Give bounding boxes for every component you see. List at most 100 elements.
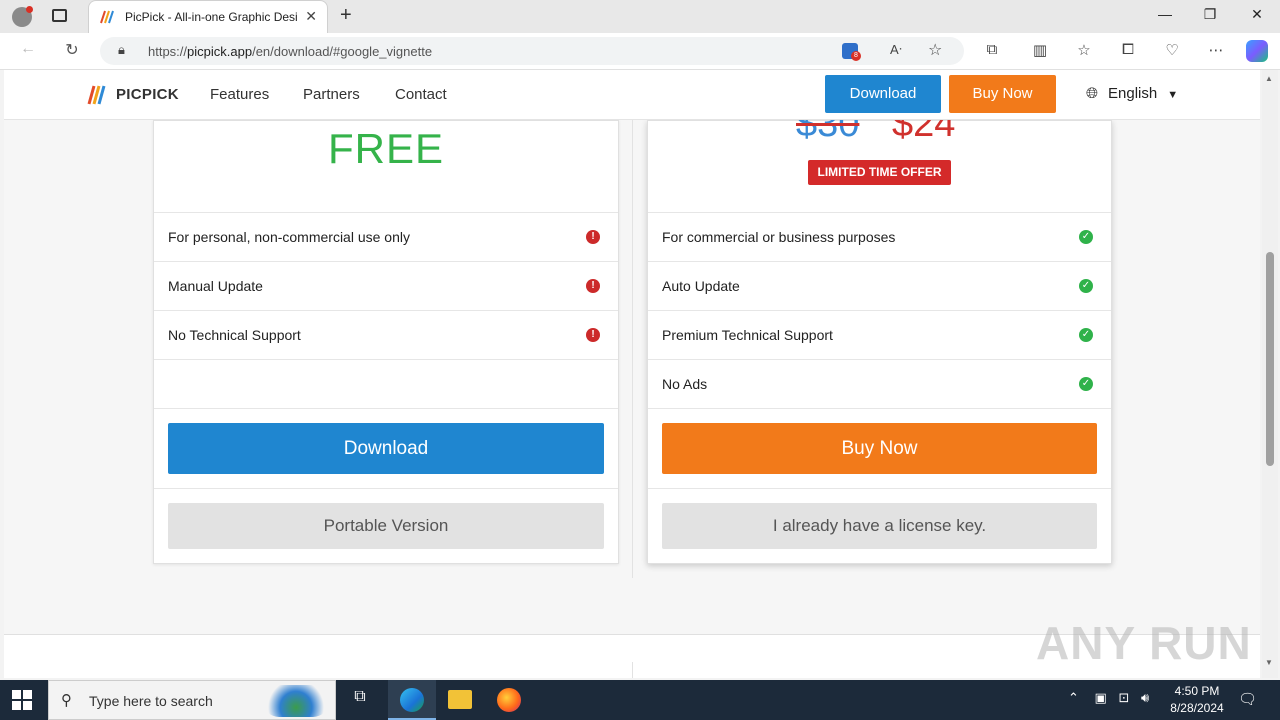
shield-extension-icon[interactable]: 8 — [842, 43, 861, 61]
search-icon: ⚲ — [61, 692, 72, 709]
limited-offer-badge: LIMITED TIME OFFER — [808, 160, 951, 185]
browser-essentials-icon[interactable]: ♡ — [1160, 41, 1184, 59]
check-icon: ✓ — [1079, 328, 1093, 342]
minimize-icon[interactable]: — — [1145, 6, 1185, 22]
scroll-down-icon[interactable]: ▼ — [1265, 658, 1273, 667]
portable-version-button[interactable]: Portable Version — [168, 503, 604, 549]
copilot-icon[interactable] — [1246, 40, 1268, 62]
pro-plan-card: $30 $24 LIMITED TIME OFFER For commercia… — [647, 103, 1112, 564]
meet-now-icon[interactable]: ▣ — [1095, 690, 1107, 705]
scroll-up-icon[interactable]: ▲ — [1265, 74, 1273, 83]
language-selector[interactable]: 🌐︎ English ▼ — [1086, 85, 1178, 102]
back-icon[interactable]: ← — [16, 40, 40, 58]
nav-buy-now-button[interactable]: Buy Now — [949, 75, 1056, 113]
nav-features-link[interactable]: Features — [210, 86, 269, 103]
free-price-area: FREE — [154, 121, 618, 213]
check-icon: ✓ — [1079, 230, 1093, 244]
feature-label: No Technical Support — [168, 327, 301, 343]
file-explorer-icon[interactable] — [448, 690, 472, 709]
collections-icon[interactable]: ⧠ — [1116, 41, 1140, 58]
tab-close-icon[interactable]: ✕ — [305, 8, 317, 25]
profile-avatar-icon[interactable] — [12, 6, 33, 27]
split-screen-icon[interactable]: ▥ — [1028, 41, 1052, 59]
lock-icon[interactable]: 🔒︎ — [118, 42, 125, 58]
language-label: English — [1108, 85, 1158, 102]
taskbar-search-input[interactable]: ⚲ Type here to search — [48, 680, 336, 720]
taskbar-edge-button[interactable] — [388, 680, 436, 720]
site-navbar: PICPICK Features Partners Contact Downlo… — [4, 70, 1260, 120]
notifications-icon[interactable]: 🗨︎ — [1238, 690, 1257, 708]
system-tray[interactable]: ⌃ ▣ ⊡ 🔊︎ — [1068, 690, 1149, 706]
warning-icon: ! — [586, 230, 600, 244]
free-download-button[interactable]: Download — [168, 423, 604, 474]
feature-row: Premium Technical Support ✓ — [648, 311, 1111, 360]
firefox-icon[interactable] — [497, 688, 521, 712]
license-row: I already have a license key. — [648, 489, 1111, 569]
free-plan-card: FREE For personal, non-commercial use on… — [153, 120, 619, 564]
nav-download-button[interactable]: Download — [825, 75, 941, 113]
extensions-icon[interactable]: ⧉ — [980, 41, 1004, 58]
task-view-icon[interactable]: ⧉ — [348, 688, 372, 712]
scroll-thumb[interactable] — [1266, 252, 1274, 466]
license-key-button[interactable]: I already have a license key. — [662, 503, 1097, 549]
pro-price-area: $30 $24 LIMITED TIME OFFER — [648, 103, 1111, 213]
warning-icon: ! — [586, 328, 600, 342]
feature-label: For personal, non-commercial use only — [168, 229, 410, 245]
search-highlight-icon — [263, 685, 329, 717]
feature-label: Premium Technical Support — [662, 327, 833, 343]
network-icon[interactable]: ⊡ — [1118, 690, 1129, 705]
check-icon: ✓ — [1079, 377, 1093, 391]
window-close-icon[interactable]: ✕ — [1237, 6, 1277, 23]
clock-time: 4:50 PM — [1174, 684, 1220, 698]
new-tab-button[interactable]: + — [340, 4, 352, 27]
chevron-up-icon[interactable]: ⌃ — [1068, 690, 1079, 705]
clock-date: 8/28/2024 — [1170, 701, 1224, 715]
feature-row: Auto Update ✓ — [648, 262, 1111, 311]
search-placeholder: Type here to search — [89, 693, 213, 709]
feature-row: No Technical Support ! — [154, 311, 618, 360]
chevron-down-icon: ▼ — [1167, 89, 1179, 101]
favorites-icon[interactable]: ☆ — [1072, 41, 1096, 59]
taskbar-clock[interactable]: 4:50 PM 8/28/2024 — [1160, 683, 1234, 717]
browser-tab-bar: PicPick - All-in-one Graphic Desi ✕ + — … — [0, 0, 1280, 33]
feature-label: For commercial or business purposes — [662, 229, 896, 245]
volume-icon[interactable]: 🔊︎ — [1141, 690, 1149, 705]
pro-buy-now-button[interactable]: Buy Now — [662, 423, 1097, 474]
nav-partners-link[interactable]: Partners — [303, 86, 360, 103]
restore-icon[interactable]: ❐ — [1190, 6, 1230, 23]
url-text: https://picpick.app/en/download/#google_… — [148, 44, 433, 59]
tab-title: PicPick - All-in-one Graphic Desi — [125, 10, 298, 24]
edge-icon — [400, 688, 424, 712]
page-scrollbar[interactable]: ▲ ▼ — [1262, 70, 1278, 678]
feature-row: Manual Update ! — [154, 262, 618, 311]
tab-actions-icon[interactable] — [52, 9, 67, 22]
web-page: FREE For personal, non-commercial use on… — [4, 70, 1260, 678]
warning-icon: ! — [586, 279, 600, 293]
feature-row: No Ads ✓ — [648, 360, 1111, 409]
address-bar[interactable]: 🔒︎ https://picpick.app/en/download/#goog… — [100, 37, 964, 65]
feature-label: No Ads — [662, 376, 708, 392]
column-divider — [632, 662, 633, 678]
more-menu-icon[interactable]: ⋯ — [1204, 41, 1228, 59]
feature-label: Auto Update — [662, 278, 740, 294]
column-divider — [632, 120, 633, 578]
refresh-icon[interactable]: ↻ — [60, 40, 84, 60]
read-aloud-icon[interactable]: Aᐧ — [890, 42, 902, 58]
picpick-favicon-icon — [100, 10, 114, 24]
free-price: FREE — [327, 125, 444, 172]
feature-row: For personal, non-commercial use only ! — [154, 213, 618, 262]
anyrun-watermark: ANY RUN — [1036, 617, 1252, 669]
nav-contact-link[interactable]: Contact — [395, 86, 447, 103]
windows-taskbar: ⚲ Type here to search ⧉ ⌃ ▣ ⊡ 🔊︎ 4:50 PM… — [0, 680, 1280, 720]
check-icon: ✓ — [1079, 279, 1093, 293]
logo-text: PICPICK — [116, 86, 179, 103]
feature-label: Manual Update — [168, 278, 263, 294]
browser-tab-active[interactable]: PicPick - All-in-one Graphic Desi ✕ — [88, 0, 328, 33]
portable-row: Portable Version — [154, 489, 618, 569]
picpick-logo-icon — [87, 85, 106, 105]
windows-start-icon[interactable] — [12, 690, 32, 710]
download-row: Download — [154, 409, 618, 489]
feature-row-empty — [154, 360, 618, 409]
buy-row: Buy Now — [648, 409, 1111, 489]
favorite-star-icon[interactable]: ☆ — [928, 40, 942, 60]
